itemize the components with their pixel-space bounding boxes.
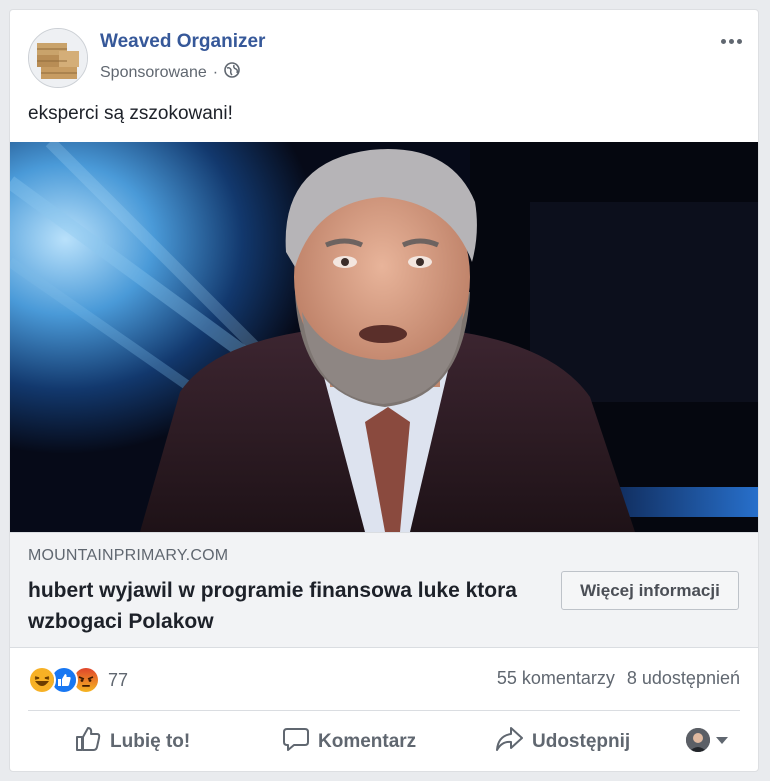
chevron-down-icon [716, 736, 728, 744]
share-label: Udostępnij [532, 731, 631, 752]
share-button[interactable]: Udostępnij [494, 722, 630, 762]
post-card: Weaved Organizer Sponsorowane · eksperci… [9, 9, 759, 772]
post-header: Weaved Organizer Sponsorowane · [28, 28, 742, 90]
like-label: Lubię to! [110, 731, 191, 752]
link-headline[interactable]: hubert wyjawil w programie finansowa luk… [28, 575, 533, 637]
post-meta: Sponsorowane · [100, 62, 240, 83]
reaction-count[interactable]: 77 [108, 670, 128, 691]
thumbs-up-icon [74, 725, 102, 759]
haha-icon [28, 666, 56, 694]
ad-image[interactable] [10, 142, 758, 532]
post-actions: Lubię to! Komentarz Udostępnij [28, 722, 740, 762]
page-avatar[interactable] [28, 28, 88, 88]
globe-icon [224, 62, 240, 83]
profile-switcher[interactable] [686, 728, 728, 752]
more-options-icon[interactable] [716, 30, 746, 52]
post-text: eksperci są zszokowani! [28, 103, 233, 124]
comment-icon [282, 725, 310, 759]
link-preview[interactable]: MOUNTAINPRIMARY.COM hubert wyjawil w pro… [10, 532, 758, 648]
sponsored-label[interactable]: Sponsorowane [100, 64, 207, 82]
engagement-counts: 55 komentarzy 8 udostępnień [497, 668, 740, 689]
link-domain: MOUNTAINPRIMARY.COM [28, 547, 229, 564]
reactions-summary[interactable]: 77 [28, 666, 128, 694]
user-avatar [686, 728, 710, 752]
comments-count-link[interactable]: 55 komentarzy [497, 668, 615, 689]
page-name-link[interactable]: Weaved Organizer [100, 31, 265, 53]
meta-separator: · [212, 63, 219, 81]
post-stats: 77 55 komentarzy 8 udostępnień [28, 662, 740, 698]
actions-divider [28, 710, 740, 711]
comment-label: Komentarz [318, 731, 417, 752]
share-icon [494, 725, 524, 759]
shares-count-link[interactable]: 8 udostępnień [627, 668, 740, 689]
comment-button[interactable]: Komentarz [282, 722, 416, 762]
more-info-button[interactable]: Więcej informacji [561, 571, 739, 610]
like-button[interactable]: Lubię to! [74, 722, 190, 762]
